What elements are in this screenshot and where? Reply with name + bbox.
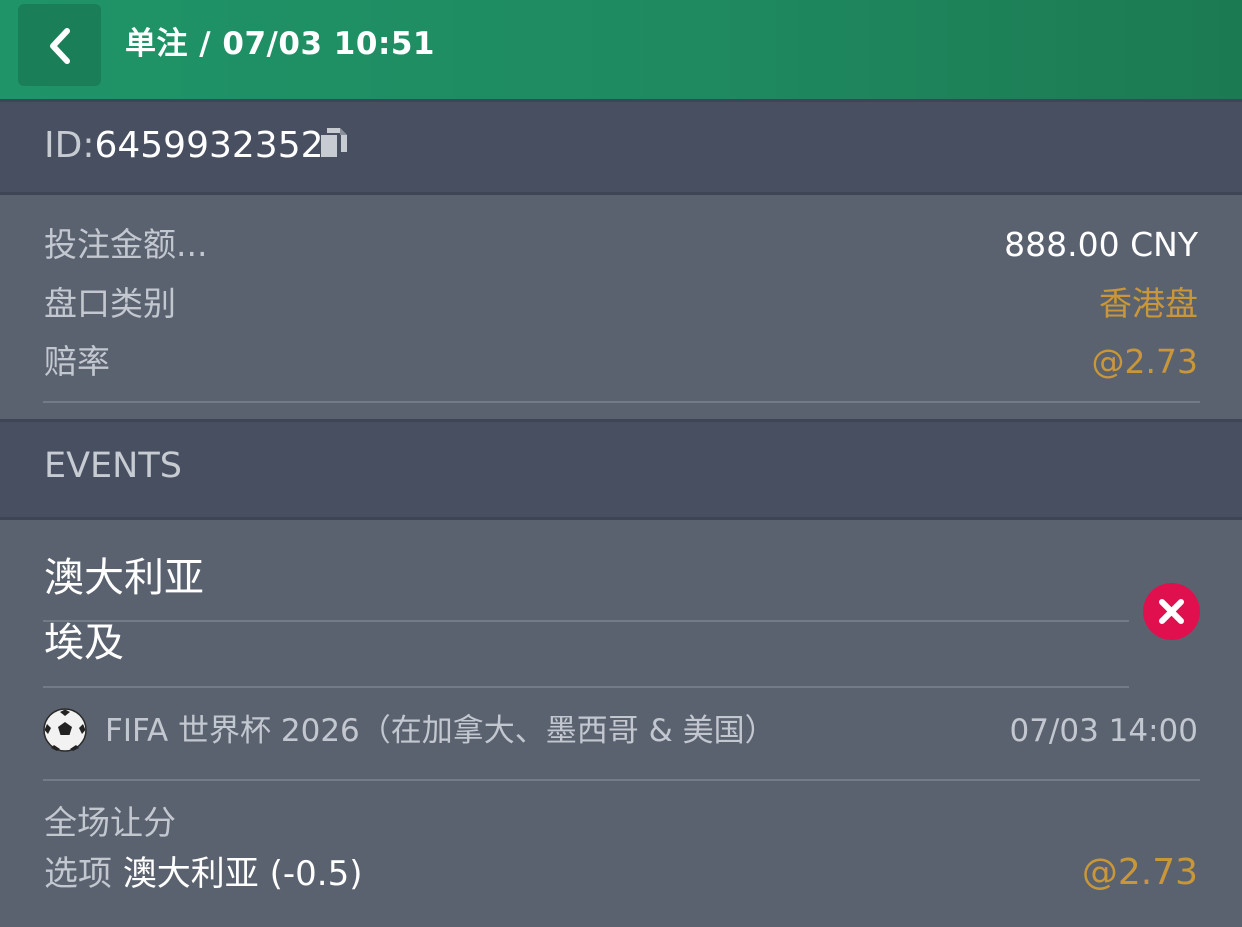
stake-value: 888.00 CNY [1004, 225, 1198, 264]
close-icon [1159, 599, 1184, 624]
page-title: 单注 / 07/03 10:51 [125, 26, 435, 62]
event-divider [43, 686, 1129, 688]
soccer-ball-icon [43, 708, 87, 752]
league-name: FIFA 世界杯 2026（在加拿大、墨西哥 & 美国） [105, 713, 776, 749]
event-time: 07/03 14:00 [1009, 713, 1198, 749]
stake-label: 投注金额... [44, 225, 208, 264]
odds-label: 赔率 [44, 342, 110, 381]
back-button[interactable] [18, 4, 101, 86]
odds-value: @2.73 [1091, 342, 1198, 381]
copy-icon[interactable] [320, 127, 348, 159]
selection: 选项 澳大利亚 (-0.5) [44, 852, 363, 896]
league-divider [43, 779, 1200, 781]
app-header: 单注 / 07/03 10:51 [0, 0, 1242, 102]
away-team: 埃及 [44, 620, 124, 666]
events-bar [0, 419, 1242, 520]
bet-id: ID:6459932352 [44, 124, 324, 168]
chevron-left-icon [50, 28, 70, 64]
odds-type-value: 香港盘 [1099, 284, 1198, 323]
summary-divider [43, 401, 1200, 403]
selection-label: 选项 [44, 854, 112, 894]
remove-selection-button[interactable] [1143, 583, 1200, 640]
home-team: 澳大利亚 [44, 555, 204, 601]
market-name: 全场让分 [44, 803, 176, 842]
bet-id-label: ID: [44, 125, 95, 166]
bet-id-value: 6459932352 [94, 125, 324, 166]
events-section-label: EVENTS [44, 446, 182, 486]
selection-odds: @2.73 [1081, 852, 1198, 893]
selection-value: 澳大利亚 (-0.5) [122, 854, 363, 894]
odds-type-label: 盘口类别 [44, 284, 176, 323]
teams-divider [43, 620, 1129, 622]
